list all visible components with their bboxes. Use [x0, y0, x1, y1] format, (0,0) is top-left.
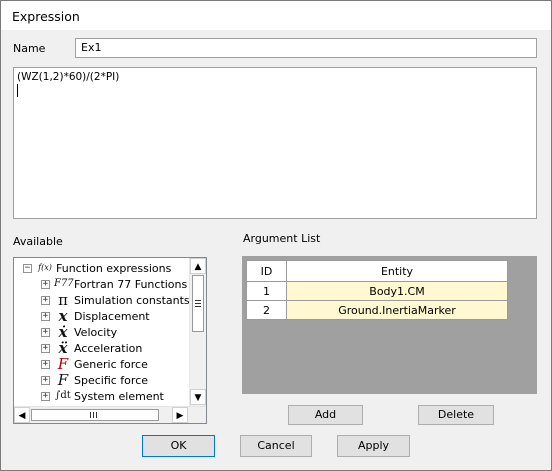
- name-input[interactable]: Ex1: [75, 38, 537, 58]
- tree-horizontal-scrollbar[interactable]: ◀ ▶: [14, 406, 206, 423]
- tree-item-label: System element: [74, 389, 164, 403]
- argument-list-grid[interactable]: ID Entity 1 Body1.CM 2 Ground.InertiaMar…: [242, 256, 537, 394]
- add-button[interactable]: Add: [288, 405, 363, 425]
- row-entity-cell[interactable]: Ground.InertiaMarker: [286, 300, 508, 320]
- expand-icon[interactable]: +: [41, 359, 50, 369]
- dialog-title: Expression: [12, 9, 80, 24]
- expand-icon[interactable]: +: [41, 327, 50, 337]
- tree-item-function-expressions[interactable]: − f(x) Function expressions: [23, 260, 171, 276]
- expand-icon[interactable]: +: [41, 311, 50, 321]
- tree-item-fortran[interactable]: + F77 Fortran 77 Functions: [41, 276, 187, 292]
- tree-item-specific-force[interactable]: + F Specific force: [41, 372, 148, 388]
- thumb-grip-icon: [90, 412, 97, 418]
- tree-item-label: Function expressions: [56, 261, 172, 275]
- tree-vertical-scrollbar[interactable]: ▲ ▼: [189, 258, 206, 406]
- expression-dialog: Expression Name Ex1 (WZ(1,2)*60)/(2*PI) …: [0, 0, 552, 471]
- expand-icon[interactable]: +: [41, 343, 50, 353]
- ok-button[interactable]: OK: [142, 435, 215, 457]
- collapse-icon[interactable]: −: [23, 263, 32, 273]
- cancel-button[interactable]: Cancel: [240, 435, 312, 457]
- expand-icon[interactable]: +: [41, 391, 50, 401]
- horizontal-scroll-thumb[interactable]: [31, 409, 159, 421]
- argument-table: ID Entity 1 Body1.CM 2 Ground.InertiaMar…: [246, 260, 508, 320]
- table-row[interactable]: 1 Body1.CM: [246, 281, 508, 301]
- tree-item-label: Generic force: [74, 357, 148, 371]
- vertical-scroll-thumb[interactable]: [192, 275, 204, 332]
- scroll-left-arrow-icon[interactable]: ◀: [14, 407, 30, 423]
- available-label: Available: [13, 235, 63, 248]
- delete-button[interactable]: Delete: [418, 405, 494, 425]
- tree-item-system-element[interactable]: + ∫dt System element: [41, 388, 164, 404]
- acceleration-icon: ẍ: [58, 339, 68, 357]
- column-header-entity[interactable]: Entity: [286, 260, 508, 282]
- table-header-row: ID Entity: [246, 260, 508, 282]
- name-label: Name: [13, 42, 46, 55]
- tree-item-generic-force[interactable]: + F Generic force: [41, 356, 148, 372]
- expand-icon[interactable]: +: [41, 295, 50, 305]
- fortran-icon: F77: [54, 278, 74, 289]
- specific-force-icon: F: [57, 371, 69, 389]
- scroll-right-arrow-icon[interactable]: ▶: [172, 407, 188, 423]
- displacement-icon: x: [58, 307, 68, 325]
- apply-button[interactable]: Apply: [337, 435, 410, 457]
- table-row[interactable]: 2 Ground.InertiaMarker: [246, 300, 508, 320]
- expand-icon[interactable]: +: [41, 375, 50, 385]
- system-element-icon: ∫dt: [55, 390, 71, 401]
- tree-item-displacement[interactable]: + x Displacement: [41, 308, 150, 324]
- tree-item-label: Acceleration: [74, 341, 143, 355]
- tree-item-label: Velocity: [74, 325, 118, 339]
- available-tree[interactable]: − f(x) Function expressions + F77 Fortra…: [13, 257, 207, 424]
- expand-icon[interactable]: +: [41, 279, 50, 289]
- function-expressions-icon: f(x): [38, 263, 52, 272]
- argument-list-label: Argument List: [243, 232, 321, 245]
- thumb-grip-icon: [195, 300, 201, 307]
- text-caret: [17, 84, 18, 97]
- tree-item-simulation-constants[interactable]: + π Simulation constants: [41, 292, 190, 308]
- tree-item-label: Displacement: [74, 309, 150, 323]
- velocity-icon: ẋ: [58, 323, 68, 341]
- tree-item-acceleration[interactable]: + ẍ Acceleration: [41, 340, 142, 356]
- row-entity-cell[interactable]: Body1.CM: [286, 281, 508, 301]
- tree-viewport: − f(x) Function expressions + F77 Fortra…: [14, 258, 190, 405]
- pi-icon: π: [58, 291, 68, 309]
- tree-item-velocity[interactable]: + ẋ Velocity: [41, 324, 117, 340]
- tree-item-label: Fortran 77 Functions: [74, 277, 188, 291]
- tree-item-label: Simulation constants: [74, 293, 190, 307]
- column-header-id[interactable]: ID: [246, 260, 287, 282]
- title-bar: Expression: [1, 1, 551, 30]
- scroll-up-arrow-icon[interactable]: ▲: [190, 258, 206, 274]
- row-id-cell[interactable]: 1: [246, 281, 287, 301]
- generic-force-icon: F: [57, 355, 69, 373]
- scroll-down-arrow-icon[interactable]: ▼: [190, 389, 206, 405]
- tree-item-label: Specific force: [74, 373, 149, 387]
- expression-text: (WZ(1,2)*60)/(2*PI): [17, 71, 120, 83]
- row-id-cell[interactable]: 2: [246, 300, 287, 320]
- expression-editor[interactable]: (WZ(1,2)*60)/(2*PI): [13, 67, 537, 219]
